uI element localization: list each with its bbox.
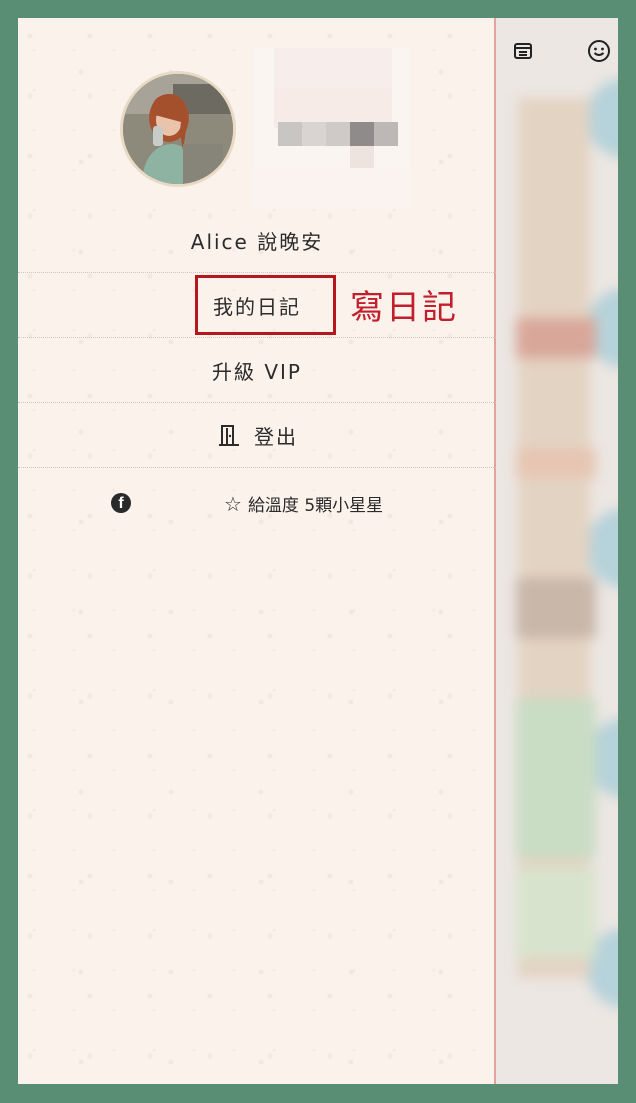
app-screen: Alice 說晚安 我的日記 升級 VIP 登出 寫日記 f ☆ 給溫度 5顆小… bbox=[18, 18, 618, 1084]
blurred-content bbox=[496, 18, 618, 1084]
rate-label: 給溫度 5顆小星星 bbox=[247, 496, 384, 516]
menu-item-upgrade-vip[interactable]: 升級 VIP bbox=[18, 338, 496, 403]
menu-item-label: 登出 bbox=[254, 424, 298, 449]
facebook-letter: f bbox=[118, 495, 124, 512]
top-bar bbox=[496, 36, 618, 76]
annotation-write-diary: 寫日記 bbox=[350, 288, 458, 328]
drawer-menu: Alice 說晚安 我的日記 升級 VIP 登出 bbox=[18, 208, 496, 468]
blurred-user-info bbox=[254, 48, 410, 208]
menu-item-logout[interactable]: 登出 bbox=[18, 403, 496, 468]
highlight-box bbox=[195, 275, 336, 335]
top-bar-left-icon[interactable] bbox=[508, 36, 538, 66]
side-drawer: Alice 說晚安 我的日記 升級 VIP 登出 寫日記 f ☆ 給溫度 5顆小… bbox=[18, 18, 496, 1084]
greeting: Alice 說晚安 bbox=[18, 208, 496, 273]
logout-door-icon bbox=[219, 425, 239, 446]
menu-item-label: 升級 VIP bbox=[212, 359, 302, 384]
facebook-icon[interactable]: f bbox=[111, 493, 131, 513]
star-outline-icon: ☆ bbox=[224, 491, 242, 516]
avatar[interactable] bbox=[120, 71, 236, 187]
rate-app-button[interactable]: ☆ 給溫度 5顆小星星 bbox=[224, 491, 384, 517]
greeting-text: Alice 說晚安 bbox=[190, 229, 324, 254]
emoji-smile-icon[interactable] bbox=[584, 36, 614, 66]
drawer-footer: f ☆ 給溫度 5顆小星星 bbox=[18, 486, 496, 522]
